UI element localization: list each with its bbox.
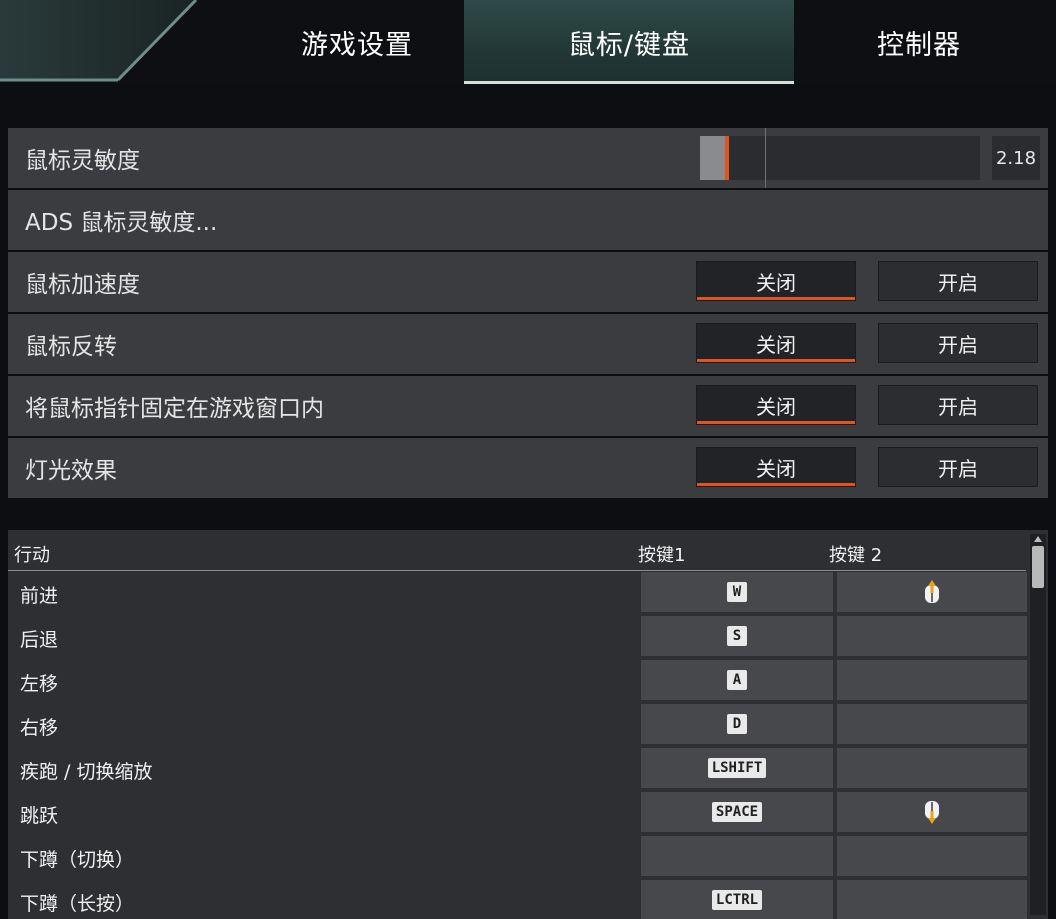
keybind-row-strafe-left: 左移 A: [8, 658, 1027, 702]
keybind-scrollbar[interactable]: [1030, 534, 1046, 915]
mouse-wheel-down-icon: [925, 801, 939, 824]
setting-label: ADS 鼠标灵敏度...: [25, 210, 218, 236]
sensitivity-value[interactable]: 2.18: [992, 136, 1040, 180]
action-label: 后退: [20, 629, 59, 651]
key1-cell[interactable]: D: [641, 704, 833, 744]
action-label: 前进: [20, 585, 59, 607]
setting-label: 鼠标加速度: [25, 272, 140, 298]
action-label: 右移: [20, 717, 59, 739]
setting-row-confine-cursor: 将鼠标指针固定在游戏窗口内 关闭 开启: [8, 376, 1048, 436]
scroll-thumb[interactable]: [1032, 546, 1044, 588]
keybind-row-crouch-hold: 下蹲（长按） LCTRL: [8, 878, 1027, 919]
key2-cell[interactable]: [837, 792, 1027, 832]
option-off-button[interactable]: 关闭: [696, 261, 856, 301]
option-off-button[interactable]: 关闭: [696, 447, 856, 487]
keybind-row-jump: 跳跃 SPACE: [8, 790, 1027, 834]
action-label: 疾跑 / 切换缩放: [20, 761, 153, 783]
slider-fill: [700, 136, 725, 180]
action-label: 下蹲（切换）: [20, 849, 135, 871]
keybind-row-sprint: 疾跑 / 切换缩放 LSHIFT: [8, 746, 1027, 790]
header-key2: 按键 2: [829, 545, 883, 566]
key1-cell[interactable]: LCTRL: [641, 880, 833, 919]
option-on-button[interactable]: 开启: [878, 447, 1038, 487]
setting-label: 鼠标反转: [25, 334, 117, 360]
key1-cell[interactable]: S: [641, 616, 833, 656]
mouse-wheel-up-icon: [925, 580, 939, 603]
key2-cell[interactable]: [837, 572, 1027, 612]
key1-cell[interactable]: W: [641, 572, 833, 612]
top-tab-bar: 游戏设置 鼠标/键盘 控制器: [0, 0, 1056, 84]
action-label: 左移: [20, 673, 59, 695]
key2-cell[interactable]: [837, 704, 1027, 744]
corner-decoration: [0, 0, 198, 82]
setting-label: 将鼠标指针固定在游戏窗口内: [25, 396, 324, 422]
key2-cell[interactable]: [837, 880, 1027, 919]
keybind-row-forward: 前进 W: [8, 570, 1027, 614]
action-label: 跳跃: [20, 805, 59, 827]
keycap: A: [727, 670, 747, 690]
setting-label: 鼠标灵敏度: [25, 148, 140, 174]
option-on-button[interactable]: 开启: [878, 385, 1038, 425]
option-on-button[interactable]: 开启: [878, 261, 1038, 301]
option-off-button[interactable]: 关闭: [696, 323, 856, 363]
keybind-row-strafe-right: 右移 D: [8, 702, 1027, 746]
setting-row-sensitivity: 鼠标灵敏度 2.18: [8, 128, 1048, 188]
keycap: LSHIFT: [707, 758, 767, 778]
keycap: D: [727, 714, 747, 734]
slider-default-mark: [765, 128, 766, 188]
mouse-settings-panel: 鼠标灵敏度 2.18 ADS 鼠标灵敏度... 鼠标加速度 关闭 开启 鼠标反转…: [8, 128, 1048, 500]
setting-row-mouse-acceleration: 鼠标加速度 关闭 开启: [8, 252, 1048, 312]
key2-cell[interactable]: [837, 616, 1027, 656]
sensitivity-slider[interactable]: [700, 128, 980, 188]
tab-controller[interactable]: 控制器: [794, 0, 1044, 84]
keycap: S: [727, 626, 747, 646]
key2-cell[interactable]: [837, 748, 1027, 788]
scroll-up-arrow-icon[interactable]: [1034, 536, 1042, 542]
option-off-button[interactable]: 关闭: [696, 385, 856, 425]
keybind-header: 行动 按键1 按键 2: [8, 530, 1026, 571]
key1-cell[interactable]: SPACE: [641, 792, 833, 832]
tab-mouse-keyboard[interactable]: 鼠标/键盘: [464, 0, 794, 84]
setting-row-ads-sensitivity[interactable]: ADS 鼠标灵敏度...: [8, 190, 1048, 250]
setting-row-invert-mouse: 鼠标反转 关闭 开启: [8, 314, 1048, 374]
key1-cell[interactable]: A: [641, 660, 833, 700]
setting-row-lighting-effects: 灯光效果 关闭 开启: [8, 438, 1048, 498]
key1-cell[interactable]: [641, 836, 833, 876]
slider-thumb[interactable]: [725, 136, 729, 180]
keybind-row-crouch-toggle: 下蹲（切换）: [8, 834, 1027, 878]
key2-cell[interactable]: [837, 660, 1027, 700]
header-key1: 按键1: [638, 545, 686, 566]
key1-cell[interactable]: LSHIFT: [641, 748, 833, 788]
keybind-row-backward: 后退 S: [8, 614, 1027, 658]
option-on-button[interactable]: 开启: [878, 323, 1038, 363]
keycap: SPACE: [711, 802, 763, 822]
setting-label: 灯光效果: [25, 458, 117, 484]
tab-game-settings[interactable]: 游戏设置: [230, 0, 484, 84]
keycap: W: [727, 582, 747, 602]
header-action: 行动: [14, 545, 50, 566]
action-label: 下蹲（长按）: [20, 893, 135, 915]
key2-cell[interactable]: [837, 836, 1027, 876]
keybind-table: 行动 按键1 按键 2 前进 W 后退 S 左移 A 右移 D 疾跑 / 切换缩…: [8, 530, 1048, 919]
keycap: LCTRL: [711, 890, 763, 910]
